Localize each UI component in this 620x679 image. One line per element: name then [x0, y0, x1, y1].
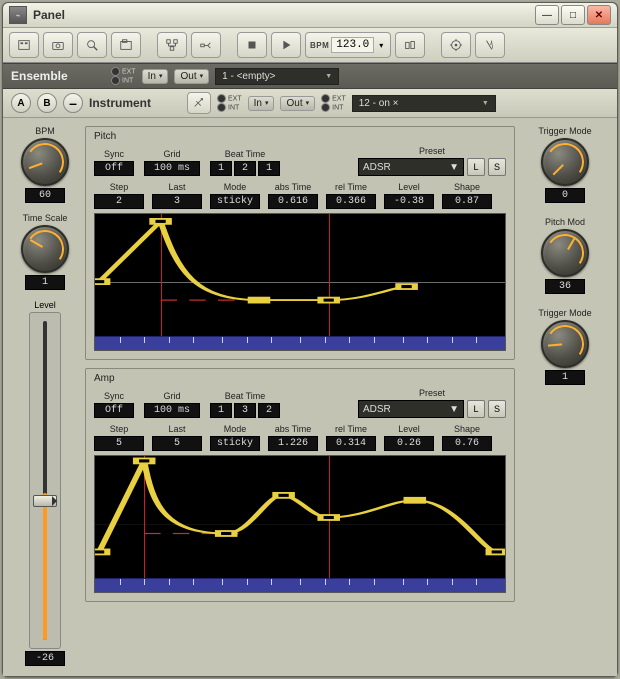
collapse-button[interactable]: –: [63, 93, 83, 113]
midi-learn-button[interactable]: [441, 32, 471, 58]
amp-level[interactable]: Level0.26: [384, 424, 434, 451]
ensemble-out-button[interactable]: Out▾: [174, 69, 209, 84]
structure-button[interactable]: [157, 32, 187, 58]
minimize-button[interactable]: —: [535, 5, 559, 25]
pitch-abstime[interactable]: abs Time0.616: [268, 182, 318, 209]
pitch-mod-knob[interactable]: Pitch Mod 36: [541, 217, 589, 294]
bpm-dropdown-icon[interactable]: ▾: [376, 41, 386, 50]
window-title: Panel: [33, 8, 535, 22]
amp-shape[interactable]: Shape0.76: [442, 424, 492, 451]
amp-last[interactable]: Last5: [152, 424, 202, 451]
play-button[interactable]: [271, 32, 301, 58]
amp-grid[interactable]: Grid100 ms: [144, 391, 200, 418]
bpm-value[interactable]: 123.0: [331, 37, 374, 53]
stop-button[interactable]: [237, 32, 267, 58]
pitch-step[interactable]: Step2: [94, 182, 144, 209]
close-button[interactable]: ✕: [587, 5, 611, 25]
amp-reltime[interactable]: rel Time0.314: [326, 424, 376, 451]
amp-sync[interactable]: SyncOff: [94, 391, 134, 418]
maximize-button[interactable]: □: [561, 5, 585, 25]
view-panel-button[interactable]: [9, 32, 39, 58]
timescale-knob[interactable]: Time Scale 1: [21, 213, 69, 290]
right-column: Trigger Mode 0 Pitch Mod 36 Trigger Mode…: [523, 126, 607, 666]
amp-preset-dropdown[interactable]: ADSR▼: [358, 400, 464, 418]
bpm-label: BPM: [310, 41, 329, 50]
pitch-reltime[interactable]: rel Time0.366: [326, 182, 376, 209]
compare-b-button[interactable]: B: [37, 93, 57, 113]
amp-beattime[interactable]: Beat Time 1 3 2: [210, 391, 280, 418]
ensemble-extint[interactable]: EXT INT: [111, 67, 136, 85]
pitch-grid[interactable]: Grid 100 ms: [144, 149, 200, 176]
amp-step[interactable]: Step5: [94, 424, 144, 451]
route-button[interactable]: [191, 32, 221, 58]
amp-preset-load[interactable]: L: [467, 400, 485, 418]
zoom-button[interactable]: [77, 32, 107, 58]
amp-envelope-section: Amp SyncOff Grid100 ms Beat Time 1 3 2 P…: [85, 368, 515, 602]
trigger-mode-1-knob[interactable]: Trigger Mode 0: [538, 126, 591, 203]
audio-options-button[interactable]: [395, 32, 425, 58]
ensemble-bar: Ensemble EXT INT In▾ Out▾ 1 - <empty>▼: [3, 63, 617, 89]
amp-legend: Amp: [94, 373, 506, 384]
browser-button[interactable]: [111, 32, 141, 58]
amp-mode[interactable]: Modesticky: [210, 424, 260, 451]
pitch-level[interactable]: Level-0.38: [384, 182, 434, 209]
level-slider[interactable]: Level -26: [25, 300, 65, 666]
amp-abstime[interactable]: abs Time1.226: [268, 424, 318, 451]
panel-body: BPM 60 Time Scale 1 Level -26: [3, 118, 617, 676]
pitch-legend: Pitch: [94, 131, 506, 142]
trigger-mode-2-knob[interactable]: Trigger Mode 1: [538, 308, 591, 385]
instrument-extint-audio[interactable]: EXT INT: [217, 94, 242, 112]
pitch-preset-dropdown[interactable]: ADSR▼: [358, 158, 464, 176]
instrument-out-button[interactable]: Out▾: [280, 96, 315, 111]
pitch-last[interactable]: Last3: [152, 182, 202, 209]
instrument-bar: A B – Instrument EXT INT In▾ Out▾ EXT IN…: [3, 89, 617, 118]
pitch-envelope-section: Pitch Sync Off Grid 100 ms Beat Time 1: [85, 126, 515, 360]
main-toolbar: BPM 123.0 ▾ i: [3, 28, 617, 63]
amp-preset: Preset ADSR▼ L S: [358, 388, 506, 418]
instrument-extint-midi[interactable]: EXT INT: [321, 94, 346, 112]
bpm-knob[interactable]: BPM 60: [21, 126, 69, 203]
instrument-label: Instrument: [89, 96, 181, 110]
ensemble-in-button[interactable]: In▾: [142, 69, 169, 84]
pitch-preset-load[interactable]: L: [467, 158, 485, 176]
instrument-preset-dropdown[interactable]: 12 - on ×▼: [352, 95, 496, 112]
ensemble-label: Ensemble: [11, 69, 105, 83]
ensemble-preset-dropdown[interactable]: 1 - <empty>▼: [215, 68, 339, 85]
pitch-preset-save[interactable]: S: [488, 158, 506, 176]
titlebar[interactable]: ⌁ Panel — □ ✕: [3, 3, 617, 28]
snapshot-button[interactable]: [43, 32, 73, 58]
instrument-in-button[interactable]: In▾: [248, 96, 275, 111]
pitch-preset: Preset ADSR▼ L S: [358, 146, 506, 176]
pitch-mode[interactable]: Modesticky: [210, 182, 260, 209]
left-column: BPM 60 Time Scale 1 Level -26: [13, 126, 77, 666]
center-column: Pitch Sync Off Grid 100 ms Beat Time 1: [85, 126, 515, 666]
info-button[interactable]: i: [475, 32, 505, 58]
amp-preset-save[interactable]: S: [488, 400, 506, 418]
pitch-envelope-graph[interactable]: [94, 213, 506, 351]
app-icon: ⌁: [9, 6, 27, 24]
settings-button[interactable]: [187, 92, 211, 114]
compare-a-button[interactable]: A: [11, 93, 31, 113]
pitch-beattime[interactable]: Beat Time 1 2 1: [210, 149, 280, 176]
pitch-shape[interactable]: Shape0.87: [442, 182, 492, 209]
pitch-sync[interactable]: Sync Off: [94, 149, 134, 176]
bpm-field[interactable]: BPM 123.0 ▾: [305, 32, 391, 58]
svg-text:i: i: [492, 44, 494, 51]
amp-envelope-graph[interactable]: [94, 455, 506, 593]
pitch-ruler: [95, 336, 505, 350]
amp-ruler: [95, 578, 505, 592]
panel-window: ⌁ Panel — □ ✕ BPM 123.0 ▾ i Ensemble: [2, 2, 618, 677]
